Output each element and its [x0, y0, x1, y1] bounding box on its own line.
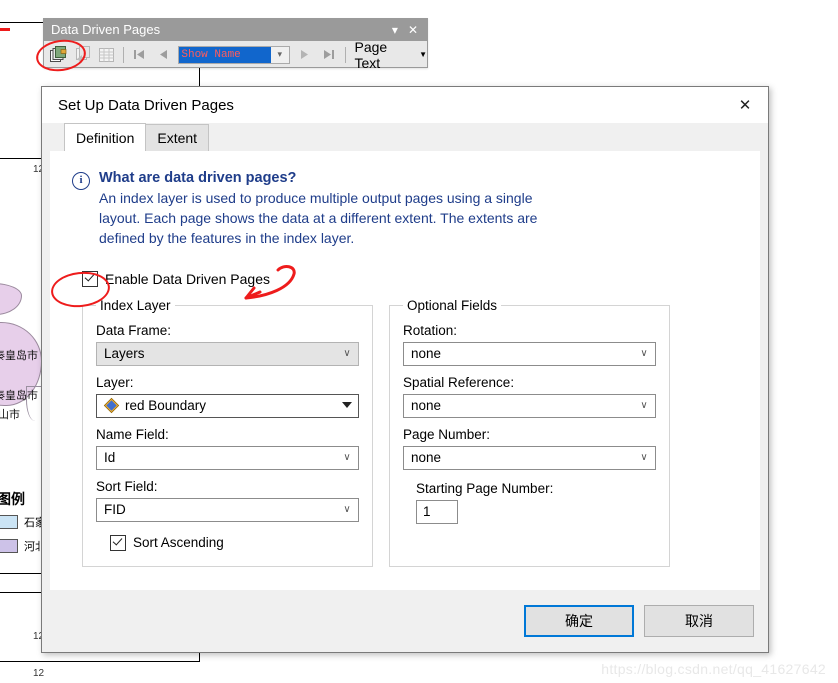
- enable-data-driven-pages-checkbox[interactable]: Enable Data Driven Pages: [82, 270, 738, 287]
- sort-ascending-label: Sort Ascending: [133, 535, 224, 551]
- sort-field-select[interactable]: FID: [96, 497, 359, 522]
- ok-button[interactable]: 确定: [524, 605, 634, 637]
- chevron-down-icon[interactable]: ▾: [271, 49, 289, 60]
- pages-setup-icon: [49, 46, 67, 62]
- page-table-button[interactable]: [96, 44, 118, 66]
- definition-panels: Index Layer Data Frame: Layers Layer: re…: [82, 297, 738, 567]
- toolbar-separator: [344, 46, 346, 63]
- last-page-icon: [324, 50, 335, 59]
- enable-data-driven-pages-label: Enable Data Driven Pages: [105, 270, 270, 287]
- refresh-pages-icon: [75, 46, 90, 63]
- layer-label: Layer:: [96, 374, 134, 390]
- close-icon[interactable]: ✕: [722, 88, 768, 122]
- checkbox-box[interactable]: [82, 270, 98, 287]
- name-field-value: Id: [104, 450, 116, 466]
- refresh-pages-button[interactable]: [72, 44, 94, 66]
- previous-page-icon: [159, 50, 167, 59]
- watermark: https://blog.csdn.net/qq_41627642: [601, 661, 826, 677]
- map-label: 秦皇岛市: [0, 349, 38, 362]
- data-driven-pages-toolbar[interactable]: Data Driven Pages ▾ ✕ Show Name ▾ Page T…: [43, 18, 428, 71]
- starting-page-number-label: Starting Page Number:: [416, 480, 554, 496]
- chevron-down-icon: [633, 452, 655, 463]
- info-body: An index layer is used to produce multip…: [99, 190, 538, 246]
- table-icon: [99, 47, 115, 62]
- page-name-combo[interactable]: Show Name ▾: [178, 45, 290, 64]
- map-label: 秦皇岛市: [0, 389, 38, 402]
- spatial-reference-select[interactable]: none: [403, 393, 656, 418]
- optional-fields-group: Optional Fields Rotation: none Spatial R…: [389, 297, 670, 567]
- index-layer-group-label: Index Layer: [100, 297, 171, 313]
- last-page-button[interactable]: [318, 44, 340, 66]
- page-number-select[interactable]: none: [403, 445, 656, 470]
- page-number-label: Page Number:: [403, 426, 491, 442]
- chevron-down-icon: [336, 452, 358, 463]
- dialog-tabstrip[interactable]: Definition Extent: [50, 123, 760, 152]
- name-field-label: Name Field:: [96, 426, 169, 442]
- next-page-icon: [301, 50, 309, 59]
- toolbar-title: Data Driven Pages: [51, 22, 161, 37]
- legend-swatch: [0, 515, 18, 529]
- sort-field-label: Sort Field:: [96, 478, 158, 494]
- info-heading: What are data driven pages?: [99, 170, 297, 186]
- polygon-symbol-icon: [103, 397, 120, 414]
- data-frame-select[interactable]: Layers: [96, 341, 359, 366]
- name-field-select[interactable]: Id: [96, 445, 359, 470]
- dialog-body: Definition Extent i What are data driven…: [50, 123, 760, 590]
- page-number-value: none: [411, 450, 442, 466]
- starting-page-number-input[interactable]: 1: [416, 499, 458, 524]
- cancel-button[interactable]: 取消: [644, 605, 754, 637]
- set-up-data-driven-pages-dialog[interactable]: Set Up Data Driven Pages ✕ Definition Ex…: [41, 86, 769, 653]
- map-label: 山市: [0, 408, 20, 421]
- data-frame-value: Layers: [104, 346, 145, 362]
- chevron-down-icon: [336, 504, 358, 515]
- layout-rule-line: [0, 661, 200, 662]
- spatial-reference-label: Spatial Reference:: [403, 374, 515, 390]
- rotation-value: none: [411, 346, 442, 362]
- first-page-icon: [134, 50, 145, 59]
- legend-item: 石家: [0, 514, 46, 530]
- sort-field-value: FID: [104, 502, 126, 518]
- rotation-select[interactable]: none: [403, 341, 656, 366]
- chevron-down-icon: [336, 400, 358, 411]
- data-frame-label: Data Frame:: [96, 322, 172, 338]
- layer-select[interactable]: red Boundary: [96, 393, 359, 418]
- tab-extent[interactable]: Extent: [145, 124, 210, 151]
- legend-title: 图例: [0, 492, 25, 508]
- page-text-label: Page Text: [354, 38, 388, 71]
- info-icon: i: [72, 172, 90, 190]
- rotation-label: Rotation:: [403, 322, 458, 338]
- chevron-down-icon: [633, 400, 655, 411]
- previous-page-button[interactable]: [153, 44, 175, 66]
- legend-item: 河北: [0, 538, 46, 554]
- optional-fields-group-label: Optional Fields: [407, 297, 498, 313]
- layer-value: red Boundary: [125, 398, 207, 414]
- setup-data-driven-pages-button[interactable]: [48, 44, 70, 66]
- chevron-down-icon: [336, 348, 358, 359]
- legend-swatch: [0, 539, 18, 553]
- info-block: i What are data driven pages? An index l…: [72, 170, 738, 249]
- first-page-button[interactable]: [129, 44, 151, 66]
- ruler-number: 12: [33, 668, 45, 679]
- info-text: What are data driven pages? An index lay…: [99, 170, 569, 249]
- chevron-down-icon: [633, 348, 655, 359]
- checkbox-box[interactable]: [110, 534, 126, 551]
- definition-tab-panel: i What are data driven pages? An index l…: [50, 152, 760, 590]
- index-layer-group: Index Layer Data Frame: Layers Layer: re…: [82, 297, 373, 567]
- dialog-footer: 确定 取消: [42, 590, 768, 652]
- tab-definition[interactable]: Definition: [64, 123, 147, 151]
- toolbar-button-strip[interactable]: Show Name ▾ Page Text ▼: [44, 39, 428, 71]
- spatial-reference-value: none: [411, 398, 442, 414]
- page-name-value: Show Name: [179, 46, 271, 63]
- dialog-title: Set Up Data Driven Pages: [58, 96, 234, 114]
- sort-ascending-checkbox[interactable]: Sort Ascending: [110, 534, 359, 551]
- page-text-menu-button[interactable]: Page Text ▼: [355, 39, 428, 71]
- toolbar-separator: [122, 46, 124, 63]
- caret-down-icon: ▼: [419, 50, 428, 59]
- dialog-titlebar[interactable]: Set Up Data Driven Pages ✕: [42, 87, 768, 123]
- next-page-button[interactable]: [294, 44, 316, 66]
